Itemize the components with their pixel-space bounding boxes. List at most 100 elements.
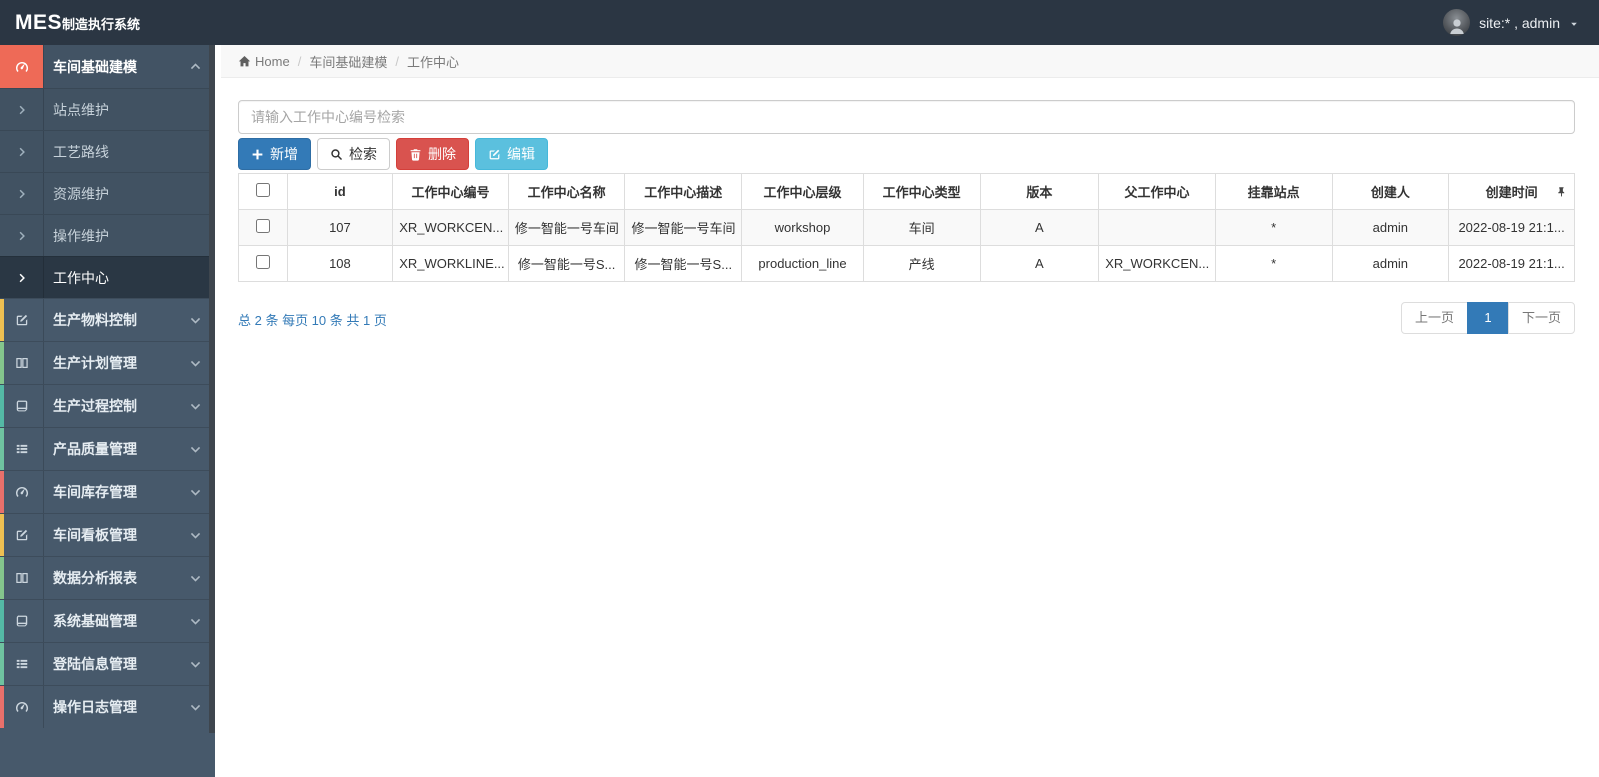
sidebar-group-5[interactable]: 车间看板管理 [0,513,215,556]
book-icon [0,399,43,413]
group-accent [0,385,4,427]
sidebar-group-9[interactable]: 操作日志管理 [0,685,215,728]
sidebar-group-4[interactable]: 车间库存管理 [0,470,215,513]
sidebar-group-2[interactable]: 生产过程控制 [0,384,215,427]
gauge-icon [0,484,43,500]
row-checkbox[interactable] [255,219,270,233]
sidebar-group-workshop-modeling[interactable]: 车间基础建模 [0,45,215,88]
sidebar-group-label: 车间看板管理 [53,527,137,543]
row-select-cell [238,209,288,246]
sidebar-group-3[interactable]: 产品质量管理 [0,427,215,470]
column-header-label: 工作中心类型 [882,185,961,200]
default-button-检索[interactable]: 检索 [317,138,390,170]
trash-icon [409,148,422,161]
angle-right-icon [0,230,43,242]
user-avatar[interactable] [1443,9,1471,36]
sidebar-item-0[interactable]: 站点维护 [0,88,215,130]
primary-button-新增[interactable]: 新增 [238,138,311,170]
table-header-row: id 工作中心编号 工作中心名称 工作中心描述 工作中心层级 工作中心类型 版本 父工作中心 挂… [238,173,1575,210]
angle-right-icon [0,146,43,158]
sidebar-group-0[interactable]: 生产物料控制 [0,298,215,341]
column-header-1: 工作中心编号 [392,173,509,210]
plus-icon [251,148,264,161]
sidebar-group-7[interactable]: 系统基础管理 [0,599,215,642]
pagination-summary[interactable]: 总 2 条 每页 10 条 共 1 页 [238,302,387,329]
breadcrumb-item-2: 工作中心 [407,52,459,71]
next-page-button[interactable]: 下一页 [1507,302,1575,334]
info-button-编辑[interactable]: 编辑 [475,138,548,170]
select-all-cell [238,173,288,210]
top-navbar: MES制造执行系统 site:* , admin [0,0,1599,45]
sidebar-item-3[interactable]: 操作维护 [0,214,215,256]
sidebar-item-label: 站点维护 [53,101,109,118]
book-icon [0,614,43,628]
cell: 产线 [862,245,981,282]
sidebar-group-8[interactable]: 登陆信息管理 [0,642,215,685]
pagination: 上一页 1 下一页 [1400,302,1575,334]
breadcrumb-label: 车间基础建模 [309,54,388,70]
sidebar-scrollbar[interactable] [209,45,215,733]
cell: admin [1331,245,1450,282]
cell: * [1214,209,1333,246]
user-menu[interactable]: site:* , admin [1443,9,1599,36]
app-logo[interactable]: MES制造执行系统 [0,11,215,35]
sidebar-item-1[interactable]: 工艺路线 [0,130,215,172]
button-label: 新增 [270,146,298,162]
edit-icon [488,148,501,161]
caret-down-icon [1569,19,1579,29]
sidebar-group-label: 系统基础管理 [53,613,137,629]
table-row-0: 107 XR_WORKCEN... 修一智能一号车间 修一智能一号车间 workshop… [238,209,1575,246]
column-header-label: 工作中心层级 [763,185,842,200]
group-accent [0,557,4,599]
cell: XR_WORKLINE... [392,245,509,282]
main-content: Home / 车间基础建模 / 工作中心 新增 检索 删除 编辑 id 工作中心编号 工作中心名称… [221,45,1599,777]
cell: workshop [741,209,864,246]
cell: XR_WORKCEN... [1098,245,1216,282]
column-header-10: 创建时间 [1448,173,1575,210]
breadcrumb-item-1[interactable]: 车间基础建模 [309,52,387,71]
sidebar-group-label: 车间库存管理 [53,484,137,500]
column-header-3: 工作中心描述 [624,173,743,210]
column-header-label: 父工作中心 [1124,185,1190,200]
angle-right-icon [0,104,43,116]
pencil-square-icon [0,313,43,327]
app-logo-text: 制造执行系统 [62,16,141,32]
cell: admin [1331,209,1450,246]
pin-icon[interactable] [1556,186,1567,197]
sidebar-submenu: 站点维护工艺路线资源维护 操作维护 工作中心 [0,88,215,298]
sidebar-item-label: 工艺路线 [53,143,109,160]
column-header-label: 工作中心描述 [644,185,723,200]
toolbar: 新增 检索 删除 编辑 [238,138,1575,170]
page-1-button[interactable]: 1 [1466,302,1509,334]
cell: 108 [286,245,394,282]
select-all-checkbox[interactable] [255,183,270,197]
breadcrumb-item-home[interactable]: Home [238,54,290,69]
breadcrumb-separator: / [395,53,399,69]
search-icon [330,148,343,161]
group-accent [0,686,4,728]
sidebar-group-label: 车间基础建模 [53,58,137,75]
sidebar-group-6[interactable]: 数据分析报表 [0,556,215,599]
workcenter-table: id 工作中心编号 工作中心名称 工作中心描述 工作中心层级 工作中心类型 版本 父工作中心 挂… [238,173,1575,282]
sidebar-group-1[interactable]: 生产计划管理 [0,341,215,384]
breadcrumb-separator: / [297,53,302,69]
angle-right-icon [0,272,43,284]
row-checkbox[interactable] [255,255,270,269]
column-header-label: 挂靠站点 [1247,185,1300,200]
cell: XR_WORKCEN... [392,209,509,246]
prev-page-button[interactable]: 上一页 [1400,302,1468,334]
group-accent [0,514,4,556]
th-list-icon [0,442,43,456]
sidebar-group-label: 数据分析报表 [53,570,137,586]
cell: 车间 [862,209,981,246]
search-input[interactable] [238,100,1575,134]
button-label: 检索 [349,146,377,162]
sidebar-item-4[interactable]: 工作中心 [0,256,215,298]
sidebar: 车间基础建模 站点维护工艺路线资源维护 操作维护 工作中心 生产物料控制 生产计划管理… [0,45,215,777]
row-select-cell [238,245,288,282]
cell: 修一智能一号S... [624,245,743,282]
sidebar-item-2[interactable]: 资源维护 [0,172,215,214]
danger-button-删除[interactable]: 删除 [396,138,469,170]
sidebar-group-label: 登陆信息管理 [53,656,137,672]
th-list-icon [0,657,43,671]
